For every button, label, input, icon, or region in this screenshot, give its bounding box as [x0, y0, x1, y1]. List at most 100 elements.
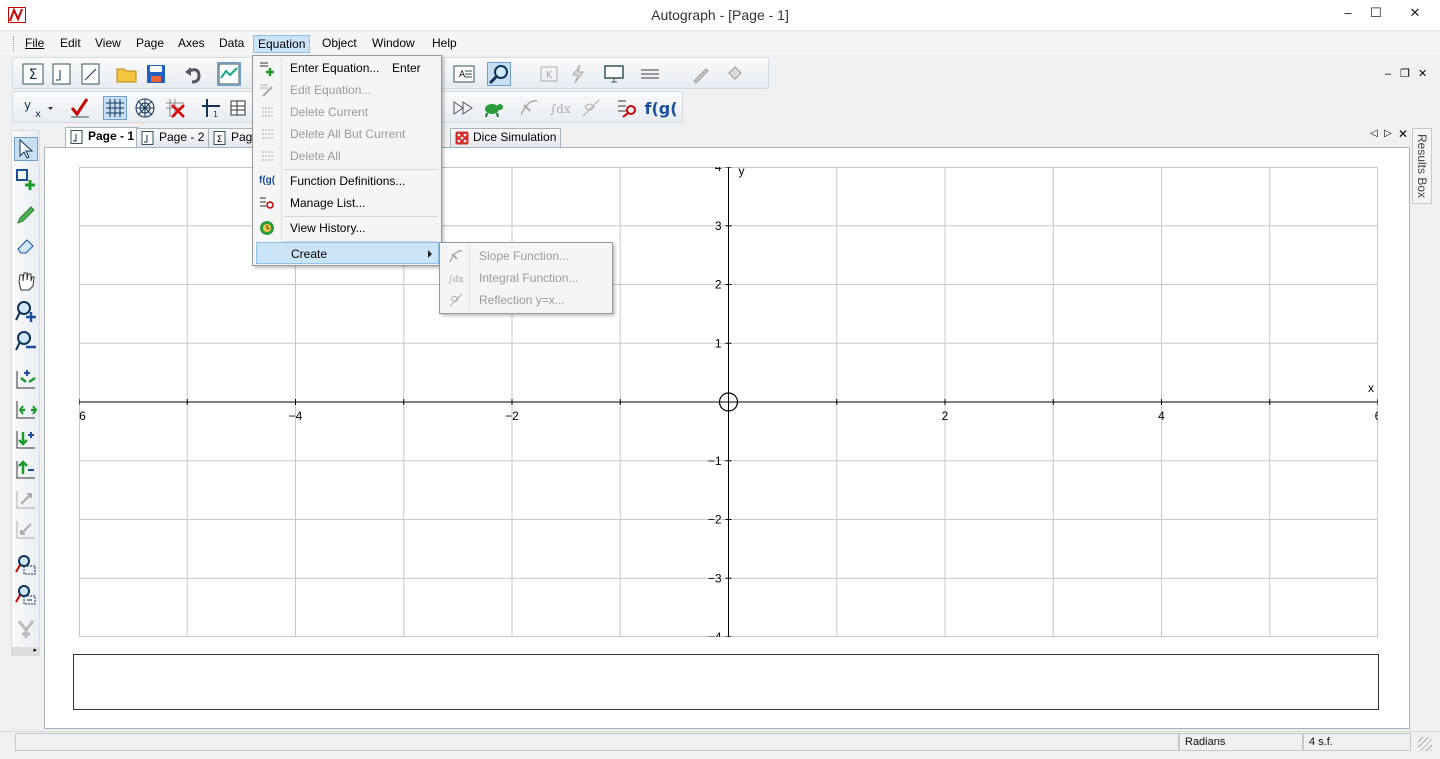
- new-1d-page-icon[interactable]: [50, 62, 74, 86]
- zoom-box-icon[interactable]: [14, 553, 38, 577]
- results-box-tab[interactable]: Results Box: [1412, 128, 1432, 204]
- svg-text:∫dx: ∫dx: [448, 275, 464, 285]
- menu-delete-current: Delete Current: [256, 101, 439, 123]
- sigma-icon[interactable]: Σ: [21, 62, 45, 86]
- menu-enter-equation[interactable]: Enter Equation... Enter: [256, 57, 439, 79]
- sigma-page-icon: Σ: [213, 131, 227, 145]
- manage-list-icon: [259, 195, 275, 211]
- check-mark-icon[interactable]: [68, 96, 92, 120]
- open-folder-icon[interactable]: [115, 62, 139, 86]
- menu-view[interactable]: View: [91, 35, 125, 53]
- x-squeeze-icon[interactable]: [14, 367, 38, 391]
- angle-mode-status[interactable]: Radians: [1179, 733, 1303, 751]
- zoom-out-icon[interactable]: [14, 329, 38, 353]
- menu-axes[interactable]: Axes: [174, 35, 209, 53]
- page-icon: [70, 130, 84, 144]
- integral-function-icon: ∫dx: [448, 270, 464, 286]
- zoom-in-icon[interactable]: [14, 299, 38, 323]
- menu-manage-list[interactable]: Manage List...: [256, 192, 439, 214]
- dice-icon: [455, 131, 469, 145]
- select-arrow-icon[interactable]: [14, 137, 38, 161]
- svg-text:Σ: Σ: [217, 135, 223, 145]
- y-tick-label: 3: [715, 219, 722, 233]
- tools-toolbar: ▸: [11, 130, 40, 656]
- function-definitions-icon[interactable]: f(g(: [644, 96, 677, 120]
- turtle-icon[interactable]: [481, 96, 505, 120]
- graph-view-icon[interactable]: [217, 62, 241, 86]
- toolbar-expand-arrow-icon[interactable]: ▸: [12, 647, 39, 655]
- menu-create[interactable]: Create: [256, 242, 439, 264]
- text-panel[interactable]: [73, 654, 1379, 710]
- no-grid-icon[interactable]: [163, 96, 187, 120]
- x-tick-label: 2: [942, 409, 949, 423]
- menu-data[interactable]: Data: [215, 35, 248, 53]
- y-vs-x-icon[interactable]: yx: [21, 96, 57, 120]
- tab-page-2[interactable]: Page - 2: [136, 128, 210, 147]
- minimize-button[interactable]: –: [1333, 0, 1363, 28]
- menu-edit[interactable]: Edit: [56, 35, 85, 53]
- y-stretch-icon[interactable]: [14, 457, 38, 481]
- y-tick-label: 4: [715, 167, 722, 174]
- tab-page-3[interactable]: Σ Pag: [208, 128, 258, 147]
- menu-object[interactable]: Object: [318, 35, 361, 53]
- scale-down-icon: [14, 517, 38, 541]
- menu-view-history[interactable]: View History...: [256, 217, 439, 239]
- integral-dx-icon: ∫dx: [548, 96, 572, 120]
- tab-page-1[interactable]: Page - 1: [65, 127, 140, 147]
- window-title: Autograph - [Page - 1]: [651, 7, 789, 23]
- svg-text:Σ: Σ: [29, 67, 38, 83]
- y-tick-label: −3: [708, 571, 722, 585]
- delete-current-icon: [259, 104, 275, 120]
- slope-function-icon: [448, 248, 464, 264]
- maximize-button[interactable]: ☐: [1361, 0, 1391, 28]
- menu-function-definitions[interactable]: f(g( Function Definitions...: [256, 170, 439, 192]
- pencil-icon[interactable]: [14, 203, 38, 227]
- menu-help[interactable]: Help: [428, 35, 461, 53]
- y-tick-label: −2: [708, 513, 722, 527]
- y-squeeze-icon[interactable]: [14, 427, 38, 451]
- manage-list-icon[interactable]: [615, 96, 639, 120]
- axes-style-icon[interactable]: 1: [199, 96, 223, 120]
- y-tick-label: 1: [715, 336, 722, 350]
- tab-next-button[interactable]: ▷: [1384, 128, 1392, 139]
- eraser-icon[interactable]: [14, 233, 38, 257]
- table-icon[interactable]: [229, 96, 247, 120]
- precision-status[interactable]: 4 s.f.: [1303, 733, 1411, 751]
- hand-pan-icon[interactable]: [14, 269, 38, 293]
- resize-grip-icon[interactable]: [1418, 737, 1432, 751]
- svg-text:y: y: [24, 98, 31, 112]
- tab-dice-simulation[interactable]: Dice Simulation: [450, 128, 562, 147]
- x-tick-label: −4: [289, 409, 303, 423]
- save-icon[interactable]: [144, 62, 168, 86]
- text-box-icon[interactable]: A: [452, 62, 476, 86]
- step-animation-icon[interactable]: [451, 96, 475, 120]
- x-stretch-icon[interactable]: [14, 397, 38, 421]
- display-monitor-icon[interactable]: [602, 62, 626, 86]
- close-button[interactable]: ✕: [1392, 0, 1438, 28]
- zoom-box-out-icon[interactable]: [14, 583, 38, 607]
- undo-icon[interactable]: [182, 62, 206, 86]
- tab-close-button[interactable]: ✕: [1398, 127, 1408, 141]
- tab-prev-button[interactable]: ◁: [1370, 128, 1378, 139]
- menu-delete-all: Delete All: [256, 145, 439, 167]
- mdi-close-button[interactable]: ✕: [1418, 67, 1427, 81]
- mdi-minimize-button[interactable]: –: [1385, 67, 1391, 81]
- polar-grid-icon[interactable]: [133, 96, 157, 120]
- delete-all-but-current-icon: [259, 126, 275, 142]
- lightning-icon: [566, 62, 590, 86]
- equation-menu: Enter Equation... Enter Edit Equation... …: [252, 55, 442, 266]
- zoom-icon[interactable]: [487, 62, 511, 86]
- x-tick-label: 4: [1158, 409, 1165, 423]
- y-axis-label: y: [739, 167, 745, 178]
- cartesian-grid-icon[interactable]: [103, 96, 127, 120]
- page-tab-bar: Page - 1 Page - 2 ΣPag y Dice Simulation…: [44, 127, 1410, 147]
- menu-page[interactable]: Page: [132, 35, 168, 53]
- menu-reflection: Reflection y=x...: [443, 289, 610, 311]
- enter-equation-icon: [259, 60, 275, 76]
- menu-equation[interactable]: Equation: [253, 35, 311, 53]
- new-2d-page-icon[interactable]: [79, 62, 103, 86]
- mdi-restore-button[interactable]: ❐: [1400, 67, 1410, 81]
- menu-window[interactable]: Window: [368, 35, 419, 53]
- menu-file[interactable]: File: [21, 35, 48, 53]
- add-point-icon[interactable]: [14, 167, 38, 191]
